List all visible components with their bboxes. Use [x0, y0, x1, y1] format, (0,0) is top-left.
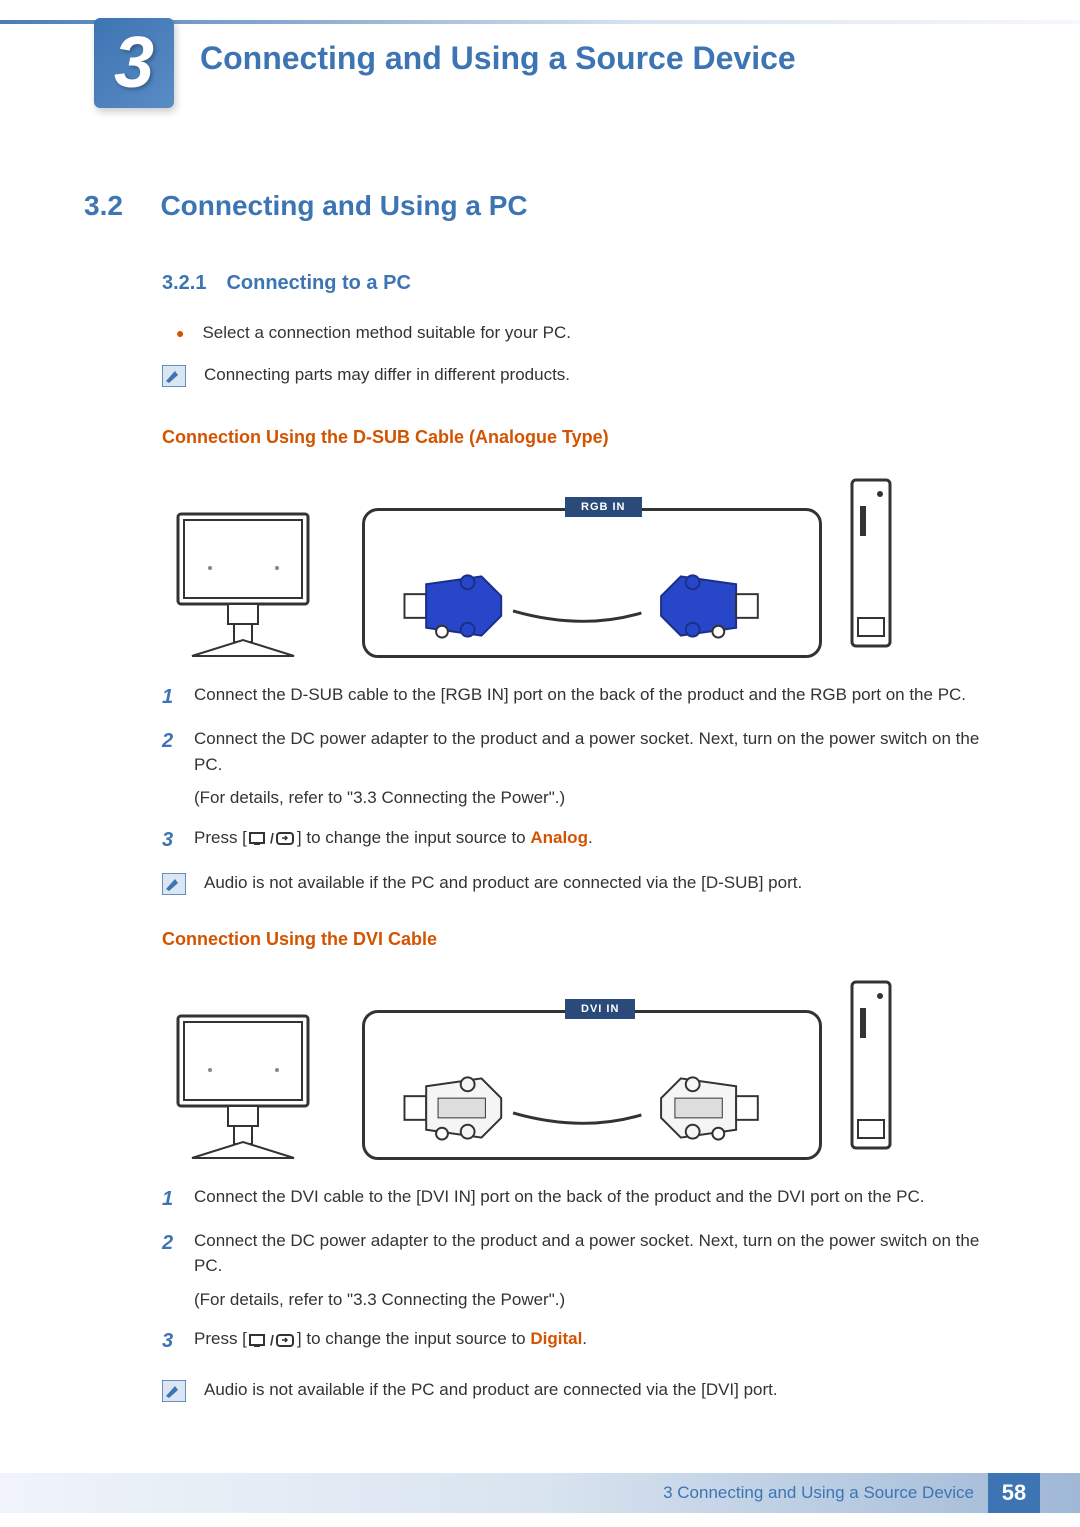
monitor-icon	[172, 1010, 342, 1160]
cable-frame: DVI IN	[362, 1010, 822, 1160]
dsub-heading: Connection Using the D-SUB Cable (Analog…	[162, 427, 996, 448]
section-title: Connecting and Using a PC	[160, 190, 527, 221]
note-icon	[162, 365, 186, 387]
footer-chapter-label: 3 Connecting and Using a Source Device	[663, 1483, 974, 1503]
dvi-steps: 1 Connect the DVI cable to the [DVI IN] …	[162, 1184, 996, 1357]
subsection-title: Connecting to a PC	[226, 272, 410, 294]
chapter-title: Connecting and Using a Source Device	[200, 40, 796, 77]
chapter-number: 3	[114, 22, 154, 104]
step-number: 2	[162, 1228, 194, 1258]
main-content: 3.2 Connecting and Using a PC 3.2.1 Conn…	[84, 190, 996, 1402]
dvi-diagram: DVI IN	[172, 980, 892, 1160]
step-2: 2 Connect the DC power adapter to the pr…	[162, 1228, 996, 1313]
note-icon	[162, 873, 186, 895]
monitor-icon	[172, 508, 342, 658]
note-row: Audio is not available if the PC and pro…	[162, 873, 996, 895]
subsection-heading-row: 3.2.1 Connecting to a PC	[162, 272, 996, 295]
pc-tower-icon	[850, 478, 892, 648]
step-text-a: Press [	[194, 828, 247, 847]
step-text: Connect the DC power adapter to the prod…	[194, 726, 996, 811]
dsub-port-label: RGB IN	[565, 497, 642, 517]
section-number: 3.2	[84, 190, 156, 222]
dsub-cable-icon	[365, 571, 819, 641]
step-text-c: .	[588, 828, 593, 847]
footer: 3 Connecting and Using a Source Device 5…	[0, 1473, 1080, 1513]
source-button-icon: /	[249, 830, 295, 846]
dvi-heading: Connection Using the DVI Cable	[162, 929, 996, 950]
bullet-dot-icon: ●	[176, 325, 184, 341]
step-3: 3 Press [ / ] to change the input source t…	[162, 1326, 996, 1356]
footer-page-number: 58	[988, 1473, 1040, 1513]
section-heading-row: 3.2 Connecting and Using a PC	[84, 190, 996, 222]
note-icon	[162, 1380, 186, 1402]
svg-text:/: /	[270, 1332, 274, 1348]
note-row: Audio is not available if the PC and pro…	[162, 1380, 996, 1402]
step-ref: (For details, refer to "3.3 Connecting t…	[194, 1287, 996, 1313]
step-text-b: ] to change the input source to	[297, 828, 530, 847]
note-text: Audio is not available if the PC and pro…	[204, 873, 802, 893]
step-main: Connect the DC power adapter to the prod…	[194, 729, 979, 774]
dvi-cable-icon	[365, 1073, 819, 1143]
source-name: Digital	[530, 1329, 582, 1348]
note-text: Connecting parts may differ in different…	[204, 365, 570, 385]
pc-tower-icon	[850, 980, 892, 1150]
note-row: Connecting parts may differ in different…	[162, 365, 996, 387]
step-2: 2 Connect the DC power adapter to the pr…	[162, 726, 996, 811]
dsub-diagram: RGB IN	[172, 478, 892, 658]
step-number: 3	[162, 1326, 194, 1356]
note-text: Audio is not available if the PC and pro…	[204, 1380, 778, 1400]
cable-frame: RGB IN	[362, 508, 822, 658]
step-number: 1	[162, 682, 194, 712]
step-ref: (For details, refer to "3.3 Connecting t…	[194, 785, 996, 811]
bullet-text: Select a connection method suitable for …	[202, 323, 571, 343]
step-number: 1	[162, 1184, 194, 1214]
step-text: Press [/] to change the input source to …	[194, 1326, 996, 1352]
dvi-port-label: DVI IN	[565, 999, 635, 1019]
chapter-number-badge: 3	[94, 18, 174, 108]
step-text-a: Press [	[194, 1329, 247, 1348]
step-text: Connect the DC power adapter to the prod…	[194, 1228, 996, 1313]
step-text-b: ] to change the input source to	[297, 1329, 530, 1348]
svg-text:/: /	[270, 830, 274, 846]
step-text: Press [/] to change the input source to …	[194, 825, 996, 851]
step-1: 1 Connect the DVI cable to the [DVI IN] …	[162, 1184, 996, 1214]
step-main: Connect the DC power adapter to the prod…	[194, 1231, 979, 1276]
step-text: Connect the DVI cable to the [DVI IN] po…	[194, 1184, 996, 1210]
bullet-item: ● Select a connection method suitable fo…	[176, 323, 996, 343]
step-text-c: .	[582, 1329, 587, 1348]
source-button-icon: /	[249, 1332, 295, 1348]
step-number: 3	[162, 825, 194, 855]
subsection-number: 3.2.1	[162, 272, 222, 295]
step-3: 3 Press [ / ] to change the input source t…	[162, 825, 996, 855]
step-1: 1 Connect the D-SUB cable to the [RGB IN…	[162, 682, 996, 712]
source-name: Analog	[530, 828, 588, 847]
step-text: Connect the D-SUB cable to the [RGB IN] …	[194, 682, 996, 708]
step-number: 2	[162, 726, 194, 756]
dsub-steps: 1 Connect the D-SUB cable to the [RGB IN…	[162, 682, 996, 855]
